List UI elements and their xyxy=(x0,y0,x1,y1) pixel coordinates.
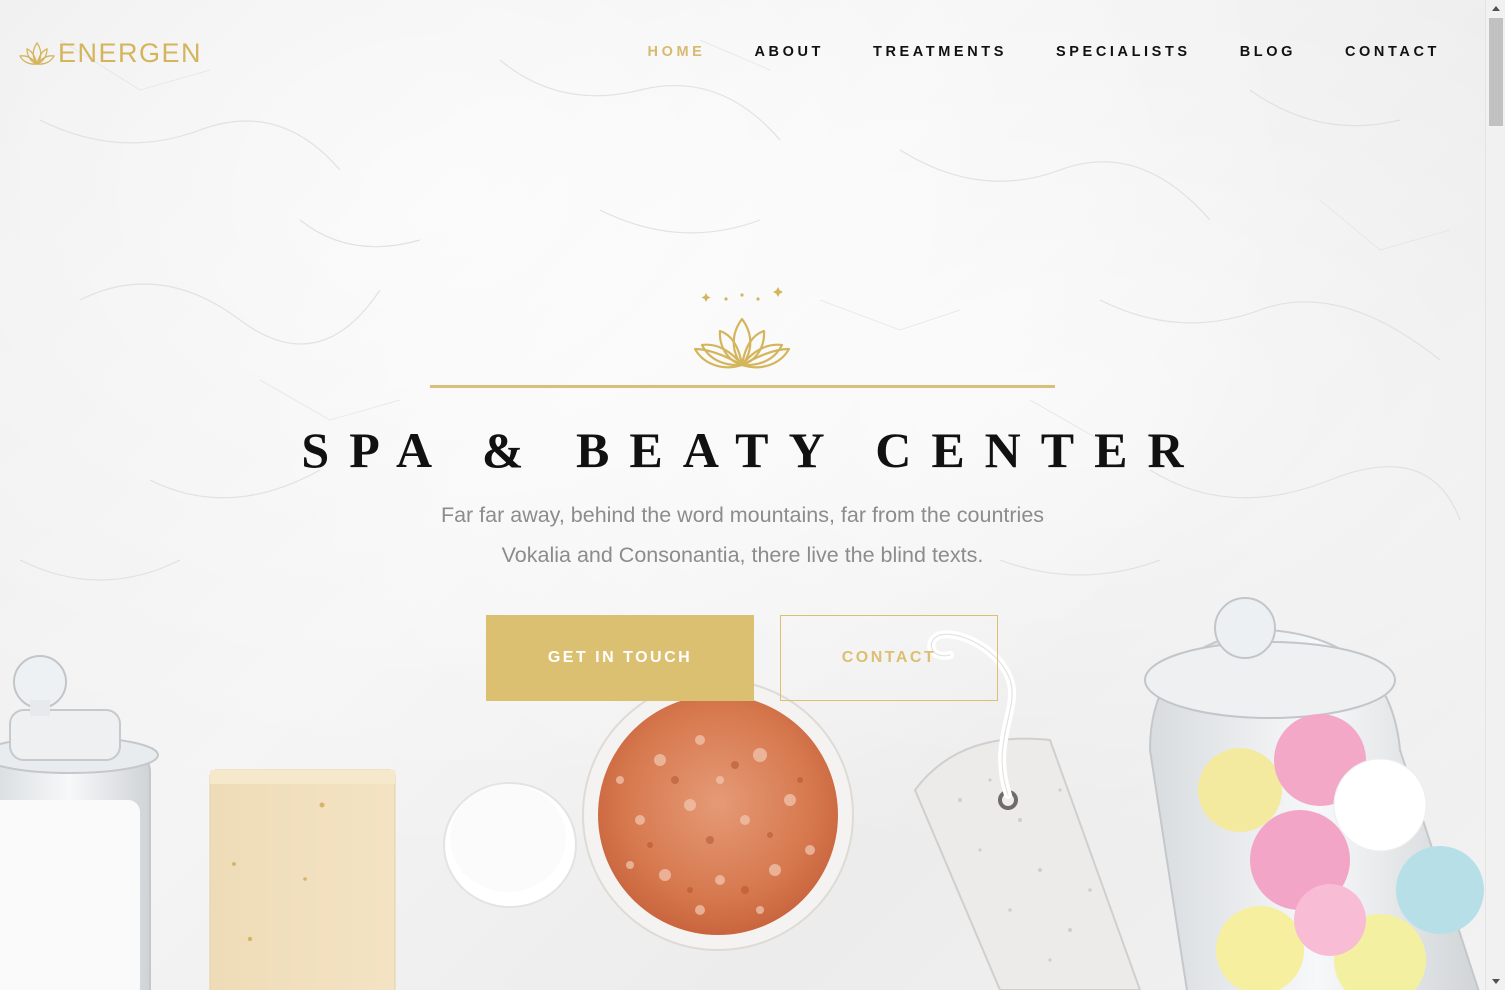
lotus-icon xyxy=(693,287,791,369)
nav-item-about[interactable]: ABOUT xyxy=(754,42,824,62)
salt-bowl xyxy=(582,679,854,951)
cream-tin xyxy=(443,782,577,908)
hero-subtitle: Far far away, behind the word mountains,… xyxy=(400,495,1085,575)
cotton-ball-jar xyxy=(1144,597,1484,990)
contact-button[interactable]: CONTACT xyxy=(780,615,998,701)
soap-bar xyxy=(209,769,396,990)
hero-section: ENERGEN HOME ABOUT TREATMENTS SPECIALIST… xyxy=(0,0,1485,990)
nav-item-treatments[interactable]: TREATMENTS xyxy=(873,42,1007,62)
hero-subtitle-line: Vokalia and Consonantia, there live the … xyxy=(501,543,984,567)
scroll-up-arrow-icon[interactable] xyxy=(1486,0,1505,17)
scroll-down-arrow-icon[interactable] xyxy=(1486,973,1505,990)
hero-divider xyxy=(430,385,1055,388)
brand-name: ENERGEN xyxy=(58,37,203,68)
scrollbar-thumb[interactable] xyxy=(1489,18,1503,126)
main-nav: HOME ABOUT TREATMENTS SPECIALISTS BLOG C… xyxy=(599,42,1440,62)
brand-logo[interactable]: ENERGEN xyxy=(18,36,202,70)
get-in-touch-button[interactable]: GET IN TOUCH xyxy=(486,615,754,701)
glass-jar-left xyxy=(0,655,159,990)
hero-subtitle-line: Far far away, behind the word mountains,… xyxy=(440,503,1045,527)
nav-item-specialists[interactable]: SPECIALISTS xyxy=(1056,42,1191,62)
vertical-scrollbar[interactable] xyxy=(1485,0,1505,990)
hero-title: SPA & BEATY CENTER xyxy=(301,422,1204,478)
lotus-icon xyxy=(19,41,55,66)
nav-item-blog[interactable]: BLOG xyxy=(1240,42,1296,62)
nav-item-contact[interactable]: CONTACT xyxy=(1345,42,1440,62)
nav-item-home[interactable]: HOME xyxy=(648,42,706,62)
